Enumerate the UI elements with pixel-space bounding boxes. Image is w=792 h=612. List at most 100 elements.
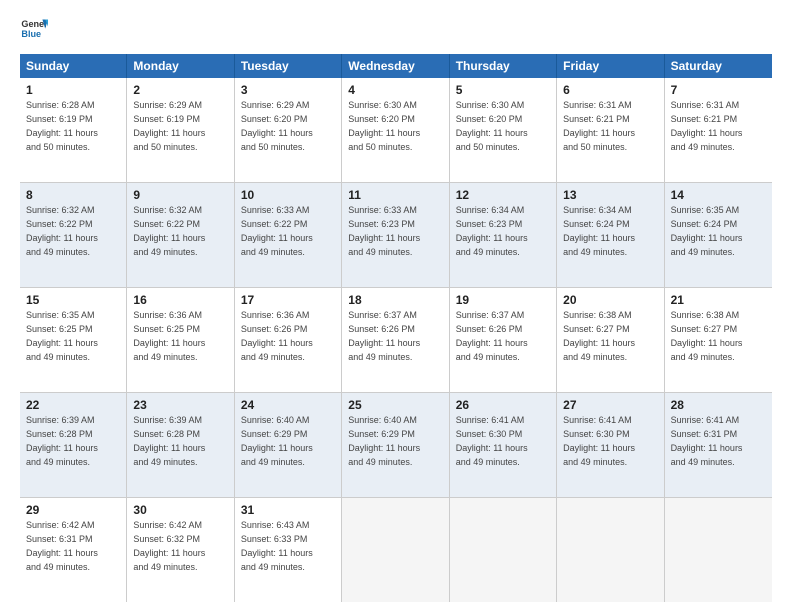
calendar-body: 1Sunrise: 6:28 AMSunset: 6:19 PMDaylight… — [20, 78, 772, 602]
logo-icon: General Blue — [20, 16, 48, 44]
calendar: SundayMondayTuesdayWednesdayThursdayFrid… — [20, 54, 772, 602]
day-info: Sunrise: 6:29 AMSunset: 6:20 PMDaylight:… — [241, 100, 313, 151]
calendar-empty — [557, 498, 664, 602]
calendar-day-9: 9 Sunrise: 6:32 AMSunset: 6:22 PMDaylight… — [127, 183, 234, 287]
calendar-day-31: 31 Sunrise: 6:43 AMSunset: 6:33 PMDayligh… — [235, 498, 342, 602]
day-info: Sunrise: 6:40 AMSunset: 6:29 PMDaylight:… — [348, 415, 420, 466]
calendar-day-16: 16Sunrise: 6:36 AMSunset: 6:25 PMDayligh… — [127, 288, 234, 392]
day-number: 9 — [133, 187, 227, 203]
day-info: Sunrise: 6:37 AMSunset: 6:26 PMDaylight:… — [348, 310, 420, 361]
day-info: Sunrise: 6:39 AMSunset: 6:28 PMDaylight:… — [133, 415, 205, 466]
day-info: Sunrise: 6:31 AMSunset: 6:21 PMDaylight:… — [563, 100, 635, 151]
calendar-day-28: 28 Sunrise: 6:41 AMSunset: 6:31 PMDayligh… — [665, 393, 772, 497]
day-number: 19 — [456, 292, 550, 308]
calendar-week-3: 15Sunrise: 6:35 AMSunset: 6:25 PMDayligh… — [20, 288, 772, 393]
day-number: 21 — [671, 292, 766, 308]
day-number: 27 — [563, 397, 657, 413]
day-number: 22 — [26, 397, 120, 413]
calendar-day-5: 5Sunrise: 6:30 AMSunset: 6:20 PMDaylight… — [450, 78, 557, 182]
day-info: Sunrise: 6:42 AMSunset: 6:31 PMDaylight:… — [26, 520, 98, 571]
day-info: Sunrise: 6:41 AMSunset: 6:30 PMDaylight:… — [563, 415, 635, 466]
day-number: 6 — [563, 82, 657, 98]
page: General Blue SundayMondayTuesdayWednesda… — [0, 0, 792, 612]
day-number: 8 — [26, 187, 120, 203]
day-info: Sunrise: 6:38 AMSunset: 6:27 PMDaylight:… — [563, 310, 635, 361]
day-number: 11 — [348, 187, 442, 203]
calendar-week-5: 29 Sunrise: 6:42 AMSunset: 6:31 PMDayligh… — [20, 498, 772, 602]
calendar-day-7: 7 Sunrise: 6:31 AMSunset: 6:21 PMDaylight… — [665, 78, 772, 182]
calendar-day-20: 20 Sunrise: 6:38 AMSunset: 6:27 PMDayligh… — [557, 288, 664, 392]
day-number: 28 — [671, 397, 766, 413]
day-info: Sunrise: 6:36 AMSunset: 6:25 PMDaylight:… — [133, 310, 205, 361]
day-info: Sunrise: 6:31 AMSunset: 6:21 PMDaylight:… — [671, 100, 743, 151]
day-info: Sunrise: 6:38 AMSunset: 6:27 PMDaylight:… — [671, 310, 743, 361]
day-number: 15 — [26, 292, 120, 308]
day-number: 25 — [348, 397, 442, 413]
day-number: 29 — [26, 502, 120, 518]
day-info: Sunrise: 6:35 AMSunset: 6:24 PMDaylight:… — [671, 205, 743, 256]
day-number: 14 — [671, 187, 766, 203]
calendar-day-6: 6 Sunrise: 6:31 AMSunset: 6:21 PMDaylight… — [557, 78, 664, 182]
day-info: Sunrise: 6:34 AMSunset: 6:23 PMDaylight:… — [456, 205, 528, 256]
day-number: 10 — [241, 187, 335, 203]
day-info: Sunrise: 6:42 AMSunset: 6:32 PMDaylight:… — [133, 520, 205, 571]
calendar-day-19: 19 Sunrise: 6:37 AMSunset: 6:26 PMDayligh… — [450, 288, 557, 392]
calendar-week-4: 22 Sunrise: 6:39 AMSunset: 6:28 PMDayligh… — [20, 393, 772, 498]
day-header-saturday: Saturday — [665, 54, 772, 78]
day-number: 7 — [671, 82, 766, 98]
calendar-empty — [450, 498, 557, 602]
day-info: Sunrise: 6:30 AMSunset: 6:20 PMDaylight:… — [348, 100, 420, 151]
calendar-day-26: 26 Sunrise: 6:41 AMSunset: 6:30 PMDayligh… — [450, 393, 557, 497]
calendar-day-25: 25 Sunrise: 6:40 AMSunset: 6:29 PMDayligh… — [342, 393, 449, 497]
calendar-day-24: 24Sunrise: 6:40 AMSunset: 6:29 PMDayligh… — [235, 393, 342, 497]
day-number: 3 — [241, 82, 335, 98]
calendar-day-18: 18 Sunrise: 6:37 AMSunset: 6:26 PMDayligh… — [342, 288, 449, 392]
day-info: Sunrise: 6:37 AMSunset: 6:26 PMDaylight:… — [456, 310, 528, 361]
day-number: 2 — [133, 82, 227, 98]
calendar-day-4: 4 Sunrise: 6:30 AMSunset: 6:20 PMDaylight… — [342, 78, 449, 182]
day-number: 24 — [241, 397, 335, 413]
day-info: Sunrise: 6:41 AMSunset: 6:31 PMDaylight:… — [671, 415, 743, 466]
day-info: Sunrise: 6:32 AMSunset: 6:22 PMDaylight:… — [26, 205, 98, 256]
day-number: 20 — [563, 292, 657, 308]
calendar-empty — [665, 498, 772, 602]
calendar-day-30: 30Sunrise: 6:42 AMSunset: 6:32 PMDayligh… — [127, 498, 234, 602]
calendar-day-29: 29 Sunrise: 6:42 AMSunset: 6:31 PMDayligh… — [20, 498, 127, 602]
day-number: 5 — [456, 82, 550, 98]
day-number: 13 — [563, 187, 657, 203]
day-header-tuesday: Tuesday — [235, 54, 342, 78]
calendar-header: SundayMondayTuesdayWednesdayThursdayFrid… — [20, 54, 772, 78]
calendar-day-10: 10 Sunrise: 6:33 AMSunset: 6:22 PMDayligh… — [235, 183, 342, 287]
calendar-week-1: 1Sunrise: 6:28 AMSunset: 6:19 PMDaylight… — [20, 78, 772, 183]
day-number: 18 — [348, 292, 442, 308]
day-number: 4 — [348, 82, 442, 98]
calendar-day-17: 17Sunrise: 6:36 AMSunset: 6:26 PMDayligh… — [235, 288, 342, 392]
calendar-day-27: 27 Sunrise: 6:41 AMSunset: 6:30 PMDayligh… — [557, 393, 664, 497]
calendar-day-8: 8 Sunrise: 6:32 AMSunset: 6:22 PMDaylight… — [20, 183, 127, 287]
day-info: Sunrise: 6:36 AMSunset: 6:26 PMDaylight:… — [241, 310, 313, 361]
calendar-day-2: 2Sunrise: 6:29 AMSunset: 6:19 PMDaylight… — [127, 78, 234, 182]
calendar-day-1: 1Sunrise: 6:28 AMSunset: 6:19 PMDaylight… — [20, 78, 127, 182]
day-info: Sunrise: 6:33 AMSunset: 6:22 PMDaylight:… — [241, 205, 313, 256]
day-info: Sunrise: 6:41 AMSunset: 6:30 PMDaylight:… — [456, 415, 528, 466]
logo: General Blue — [20, 16, 52, 44]
day-info: Sunrise: 6:43 AMSunset: 6:33 PMDaylight:… — [241, 520, 313, 571]
calendar-empty — [342, 498, 449, 602]
calendar-day-23: 23 Sunrise: 6:39 AMSunset: 6:28 PMDayligh… — [127, 393, 234, 497]
day-number: 23 — [133, 397, 227, 413]
day-info: Sunrise: 6:33 AMSunset: 6:23 PMDaylight:… — [348, 205, 420, 256]
calendar-day-12: 12 Sunrise: 6:34 AMSunset: 6:23 PMDayligh… — [450, 183, 557, 287]
day-number: 12 — [456, 187, 550, 203]
day-header-friday: Friday — [557, 54, 664, 78]
day-number: 1 — [26, 82, 120, 98]
day-header-thursday: Thursday — [450, 54, 557, 78]
calendar-day-15: 15Sunrise: 6:35 AMSunset: 6:25 PMDayligh… — [20, 288, 127, 392]
day-number: 26 — [456, 397, 550, 413]
calendar-week-2: 8 Sunrise: 6:32 AMSunset: 6:22 PMDaylight… — [20, 183, 772, 288]
day-header-monday: Monday — [127, 54, 234, 78]
day-header-sunday: Sunday — [20, 54, 127, 78]
day-header-wednesday: Wednesday — [342, 54, 449, 78]
day-number: 31 — [241, 502, 335, 518]
day-info: Sunrise: 6:32 AMSunset: 6:22 PMDaylight:… — [133, 205, 205, 256]
calendar-day-21: 21 Sunrise: 6:38 AMSunset: 6:27 PMDayligh… — [665, 288, 772, 392]
